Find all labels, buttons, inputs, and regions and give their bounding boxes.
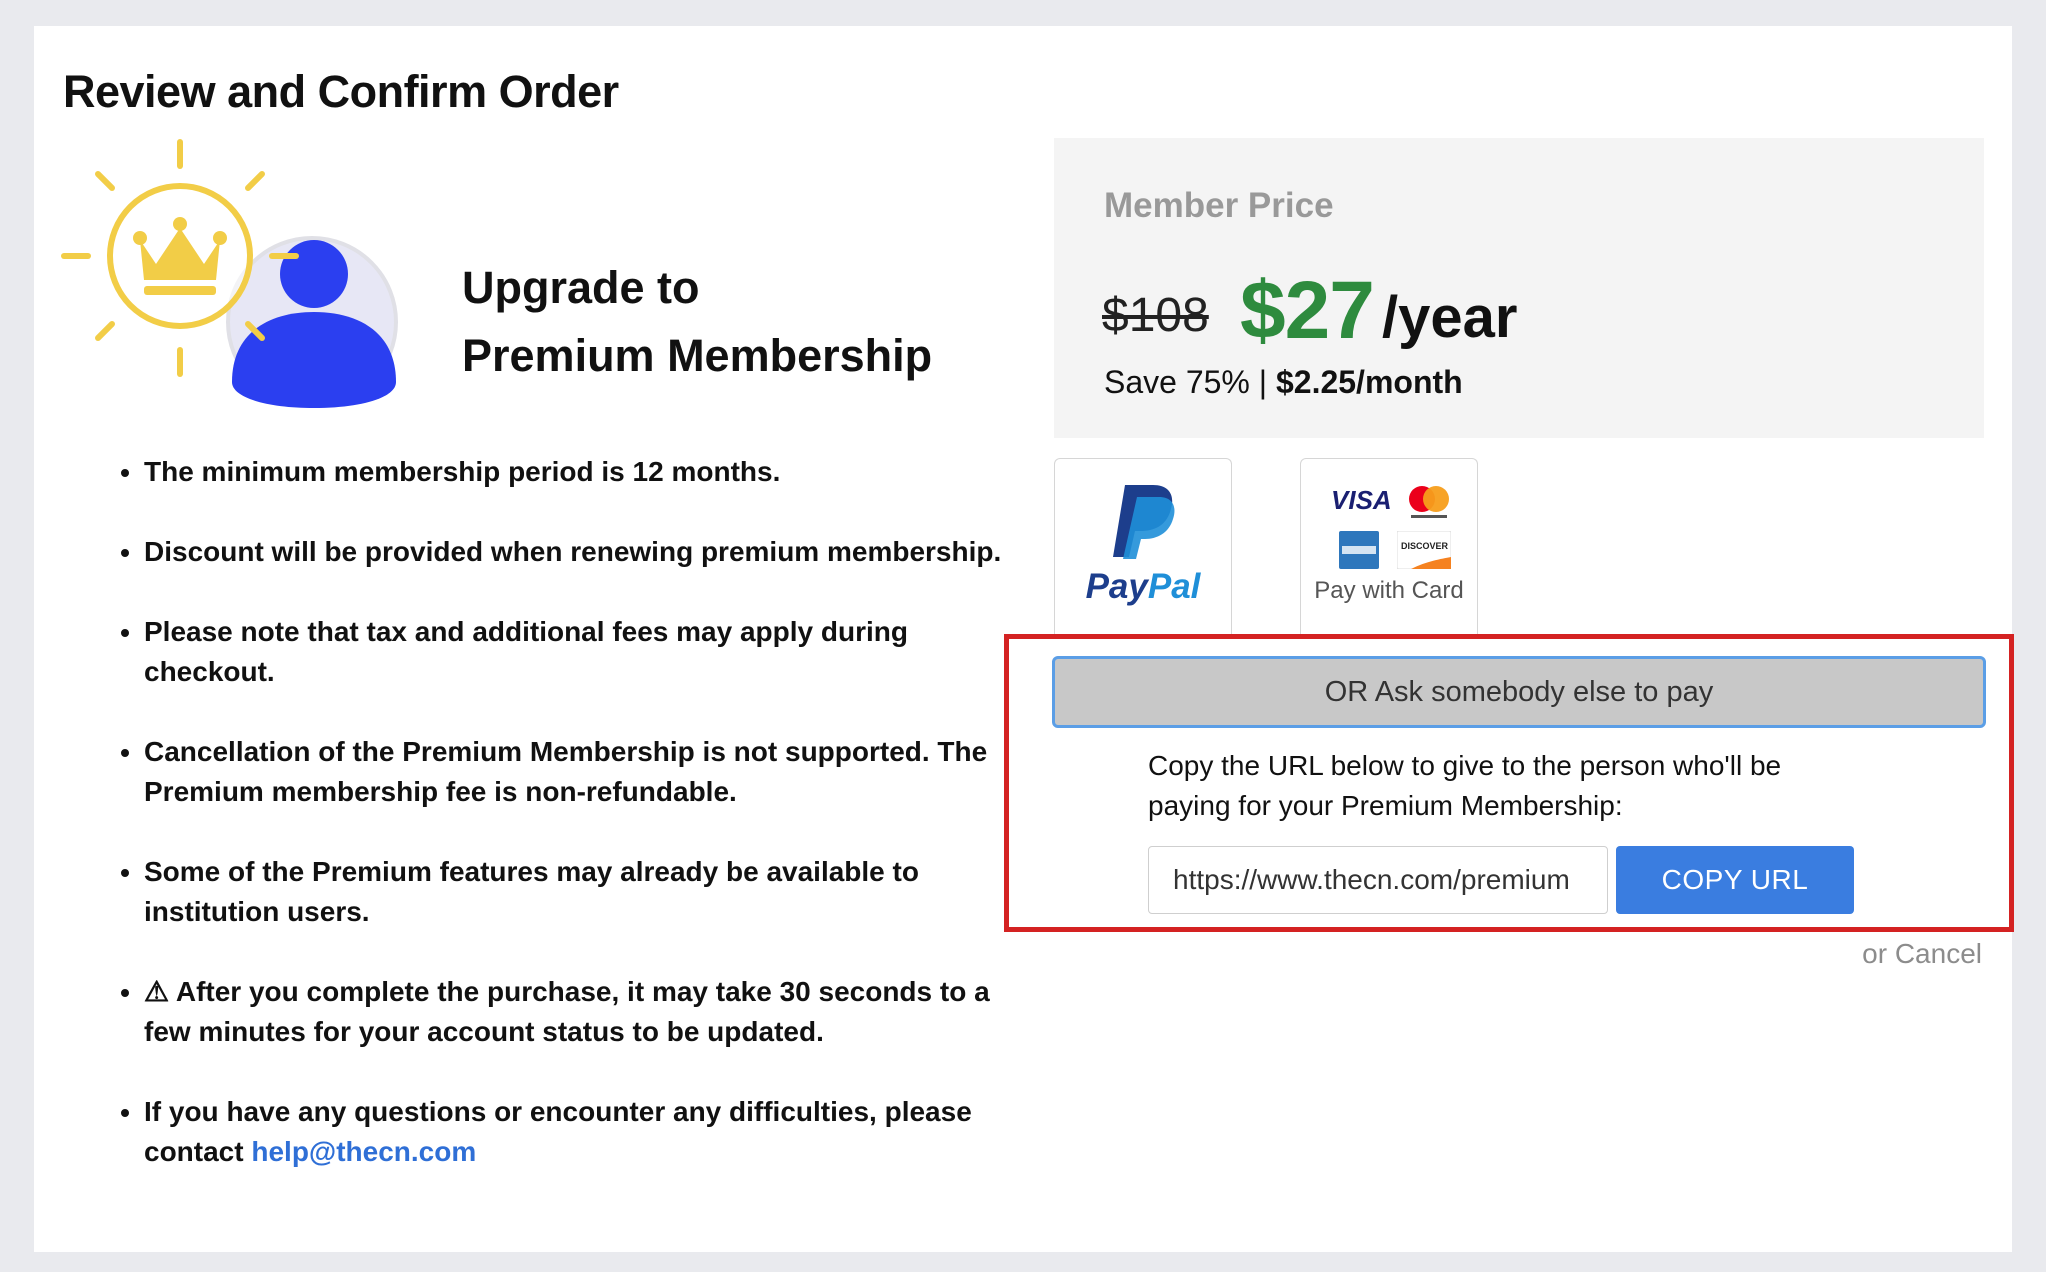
svg-text:VISA: VISA: [1331, 485, 1392, 515]
amex-icon: [1339, 531, 1379, 569]
premium-crown-avatar-icon: [61, 139, 398, 408]
upgrade-heading-line1: Upgrade to: [462, 262, 700, 313]
benefit-text: Cancellation of the Premium Membership i…: [144, 736, 988, 807]
upgrade-heading-line2: Premium Membership: [462, 330, 933, 381]
member-price-label: Member Price: [1104, 186, 1334, 225]
ask-somebody-else-button[interactable]: OR Ask somebody else to pay: [1052, 656, 1986, 728]
benefit-text: Discount will be provided when renewing …: [144, 536, 1002, 567]
savings-text: Save 75% | $2.25/month: [1104, 364, 1463, 401]
page-title: Review and Confirm Order: [63, 66, 619, 117]
paypal-wordmark: PayPal: [1055, 567, 1231, 607]
list-item: Please note that tax and additional fees…: [144, 612, 1024, 692]
paypal-word-pay: Pay: [1085, 567, 1148, 606]
paypal-word-pal: Pal: [1147, 567, 1201, 606]
share-url-field[interactable]: [1148, 846, 1608, 914]
help-email-link[interactable]: help@thecn.com: [251, 1136, 476, 1167]
benefit-text: ⚠ After you complete the purchase, it ma…: [144, 976, 990, 1047]
copy-url-description: Copy the URL below to give to the person…: [1148, 750, 1782, 821]
price-period: /year: [1382, 285, 1518, 350]
paypal-option[interactable]: PayPal: [1054, 458, 1232, 634]
list-item: ⚠ After you complete the purchase, it ma…: [144, 972, 1024, 1052]
price-box: Member Price $108 $27 /year Save 75% | $…: [1054, 138, 1984, 438]
pay-with-card-option[interactable]: VISA DISCOVER Pay with Card: [1300, 458, 1478, 634]
discounted-price: $27: [1240, 265, 1375, 356]
svg-text:DISCOVER: DISCOVER: [1401, 541, 1449, 551]
mastercard-icon: [1409, 486, 1449, 518]
savings-percent: Save 75% |: [1104, 364, 1276, 400]
list-item: The minimum membership period is 12 mont…: [144, 452, 1024, 492]
pay-with-card-label: Pay with Card: [1314, 577, 1464, 604]
list-item: If you have any questions or encounter a…: [144, 1092, 1024, 1172]
monthly-price: $2.25/month: [1275, 364, 1463, 400]
upgrade-heading: Upgrade to Premium Membership: [462, 254, 932, 390]
list-item: Cancellation of the Premium Membership i…: [144, 732, 1024, 812]
list-item: Some of the Premium features may already…: [144, 852, 1024, 932]
original-price: $108: [1102, 289, 1209, 342]
visa-icon: VISA: [1331, 485, 1392, 515]
paypal-logo-icon: [1113, 485, 1175, 559]
benefit-text: Some of the Premium features may already…: [144, 856, 919, 927]
list-item: Discount will be provided when renewing …: [144, 532, 1024, 572]
benefit-text: Please note that tax and additional fees…: [144, 616, 908, 687]
discover-icon: DISCOVER: [1397, 531, 1451, 569]
cancel-link[interactable]: or Cancel: [1862, 938, 1982, 970]
benefit-text: The minimum membership period is 12 mont…: [144, 456, 781, 487]
benefits-list: The minimum membership period is 12 mont…: [112, 452, 1024, 1212]
copy-url-button[interactable]: COPY URL: [1616, 846, 1854, 914]
